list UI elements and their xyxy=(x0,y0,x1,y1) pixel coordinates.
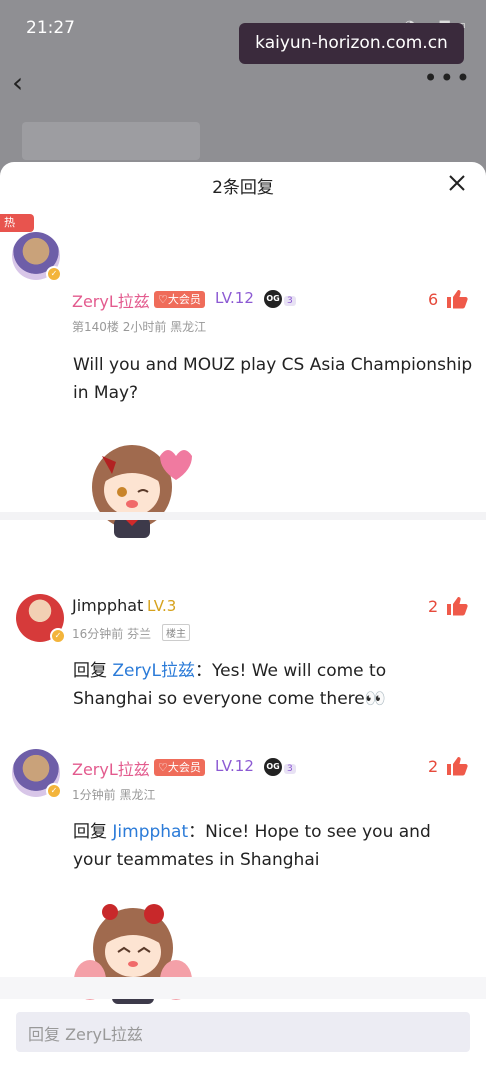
like-count: 6 xyxy=(428,290,439,309)
reply-prefix: 回复 xyxy=(73,661,113,681)
thumbs-up-icon[interactable] xyxy=(446,596,468,616)
reply-input-placeholder: 回复 ZeryL拉兹 xyxy=(28,1025,143,1044)
sheet-title: 2条回复 xyxy=(212,178,274,198)
avatar[interactable]: ✓ xyxy=(16,594,66,644)
verified-icon: ✓ xyxy=(46,266,62,282)
reply-sheet: 2条回复 热 ✓ ZeryL拉兹 ♡大会员 LV.12 OG 3 第140楼 2… xyxy=(0,162,486,1069)
hot-badge: 热 xyxy=(0,214,34,232)
mention-link[interactable]: Jimpphat xyxy=(112,822,188,842)
divider xyxy=(0,977,486,999)
og-count: 3 xyxy=(284,764,296,774)
thumbs-up-icon[interactable] xyxy=(446,289,468,309)
divider xyxy=(0,512,486,520)
watermark: kaiyun-horizon.com.cn xyxy=(239,23,464,64)
close-icon[interactable] xyxy=(446,172,468,194)
more-icon[interactable]: ••• xyxy=(424,64,472,92)
mention-link[interactable]: ZeryL拉兹 xyxy=(112,661,195,681)
username[interactable]: Jimpphat xyxy=(72,596,143,615)
username[interactable]: ZeryL拉兹 xyxy=(72,756,150,780)
status-time: 21:27 xyxy=(26,18,75,38)
verified-icon: ✓ xyxy=(46,783,62,799)
level-badge: LV.12 xyxy=(215,289,254,307)
back-icon[interactable]: ‹ xyxy=(12,66,23,99)
reply-prefix: 回复 xyxy=(73,822,113,842)
vip-badge: ♡大会员 xyxy=(154,759,205,776)
verified-icon: ✓ xyxy=(50,628,66,644)
level-badge: LV.12 xyxy=(215,757,254,775)
reply-text: 回复 ZeryL拉兹：Yes! We will come to Shanghai… xyxy=(73,657,465,713)
background-block xyxy=(22,122,200,160)
op-tag: 楼主 xyxy=(162,624,190,641)
like-count: 2 xyxy=(428,757,439,776)
username[interactable]: ZeryL拉兹 xyxy=(72,288,150,312)
reply-text: 回复 Jimpphat：Nice! Hope to see you and yo… xyxy=(73,818,469,874)
thumbs-up-icon[interactable] xyxy=(446,756,468,776)
og-team-icon: OG xyxy=(264,290,282,308)
comment-meta: 1分钟前 黑龙江 xyxy=(72,788,156,802)
nav-bar: ‹ ••• xyxy=(0,58,486,108)
vip-badge: ♡大会员 xyxy=(154,291,205,308)
comment-text: Will you and MOUZ play CS Asia Champions… xyxy=(73,355,473,403)
anime-girl-sticker xyxy=(92,445,192,538)
sheet-header: 2条回复 xyxy=(0,162,486,214)
like-count: 2 xyxy=(428,597,439,616)
og-team-icon: OG xyxy=(264,758,282,776)
comment-meta: 16分钟前 芬兰 xyxy=(72,627,152,641)
og-count: 3 xyxy=(284,296,296,306)
reply-input[interactable]: 回复 ZeryL拉兹 xyxy=(16,1012,470,1052)
avatar[interactable]: ✓ xyxy=(12,749,62,799)
level-badge: LV.3 xyxy=(147,597,177,615)
avatar[interactable]: ✓ xyxy=(12,232,62,282)
comment-meta: 第140楼 2小时前 黑龙江 xyxy=(72,320,207,334)
